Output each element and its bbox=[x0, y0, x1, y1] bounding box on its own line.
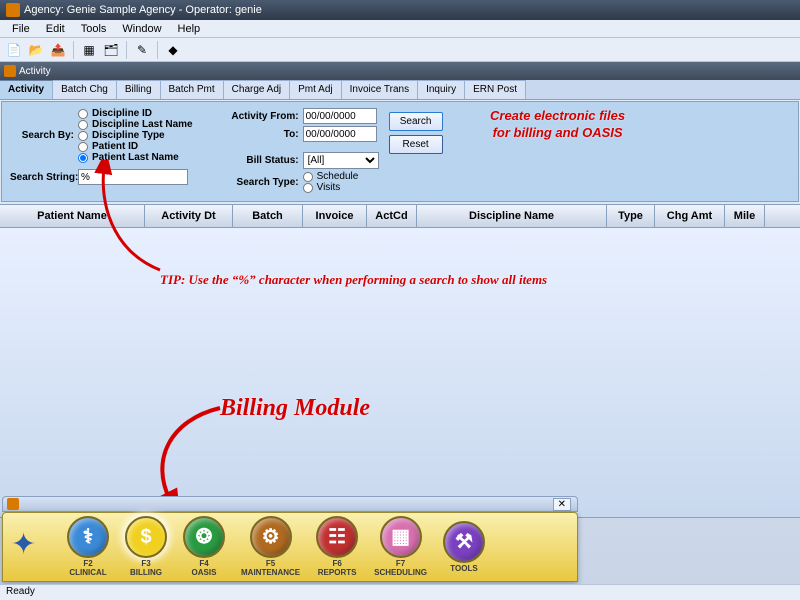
dock-clinical[interactable]: ⚕F2CLINICAL bbox=[67, 516, 109, 578]
menu-tools[interactable]: Tools bbox=[73, 21, 115, 37]
search-panel: Search By: Discipline IDDiscipline Last … bbox=[1, 101, 799, 202]
search-by-label-3: Patient ID bbox=[92, 141, 138, 152]
tab-invoice-trans[interactable]: Invoice Trans bbox=[342, 80, 418, 99]
search-string-label: Search String: bbox=[10, 172, 74, 183]
search-by-label: Search By: bbox=[10, 130, 74, 141]
menu-edit[interactable]: Edit bbox=[38, 21, 73, 37]
dock-billing-icon: $ bbox=[125, 516, 167, 558]
dock-reports[interactable]: ☷F6REPORTS bbox=[316, 516, 358, 578]
new-icon[interactable]: 📄 bbox=[4, 40, 24, 60]
activity-to-input[interactable] bbox=[303, 126, 377, 142]
status-bar: Ready bbox=[0, 584, 800, 600]
search-by-radio-4[interactable] bbox=[78, 153, 88, 163]
col-activity-dt[interactable]: Activity Dt bbox=[145, 205, 233, 227]
status-text: Ready bbox=[6, 586, 35, 597]
dock-close-icon[interactable]: ✕ bbox=[553, 498, 571, 511]
activity-from-label: Activity From: bbox=[223, 111, 299, 122]
tab-pmt-adj[interactable]: Pmt Adj bbox=[290, 80, 341, 99]
dock-maintenance-icon: ⚙ bbox=[250, 516, 292, 558]
menu-window[interactable]: Window bbox=[114, 21, 169, 37]
menu-file[interactable]: File bbox=[4, 21, 38, 37]
main-toolbar: 📄 📂 📤 ▦ 🗂 ✎ ◆ bbox=[0, 38, 800, 62]
col-discipline-name[interactable]: Discipline Name bbox=[417, 205, 607, 227]
search-by-radio-2[interactable] bbox=[78, 131, 88, 141]
search-by-label-2: Discipline Type bbox=[92, 130, 165, 141]
export-icon[interactable]: 📤 bbox=[48, 40, 68, 60]
module-dock: ✦ ⚕F2CLINICAL $F3BILLING ❂F4OASIS ⚙F5MAINTE… bbox=[2, 512, 578, 582]
dock-oasis-icon: ❂ bbox=[183, 516, 225, 558]
dock-icon bbox=[7, 498, 19, 510]
open-icon[interactable]: 📂 bbox=[26, 40, 46, 60]
col-actcd[interactable]: ActCd bbox=[367, 205, 417, 227]
grid-icon[interactable]: ▦ bbox=[79, 40, 99, 60]
search-by-radio-1[interactable] bbox=[78, 120, 88, 130]
search-by-label-0: Discipline ID bbox=[92, 108, 152, 119]
window-titlebar: Agency: Genie Sample Agency - Operator: … bbox=[0, 0, 800, 20]
dock-tools[interactable]: ⚒TOOLS bbox=[443, 521, 485, 574]
annotation-tip: TIP: Use the “%” character when performi… bbox=[160, 272, 547, 288]
dock-titlebar: ✕ bbox=[2, 496, 578, 512]
puzzle-icon: ✦ bbox=[11, 527, 51, 567]
window-title: Agency: Genie Sample Agency - Operator: … bbox=[24, 4, 262, 16]
search-by-radio-0[interactable] bbox=[78, 109, 88, 119]
tab-activity[interactable]: Activity bbox=[0, 80, 53, 99]
dock-scheduling[interactable]: ▦F7SCHEDULING bbox=[374, 516, 427, 578]
tab-strip: ActivityBatch ChgBillingBatch PmtCharge … bbox=[0, 80, 800, 100]
cards-icon[interactable]: 🗂 bbox=[101, 40, 121, 60]
search-string-input[interactable] bbox=[78, 169, 188, 185]
search-button[interactable]: Search bbox=[389, 112, 443, 131]
tab-billing[interactable]: Billing bbox=[117, 80, 161, 99]
search-type-schedule-radio[interactable] bbox=[303, 172, 313, 182]
menu-bar: File Edit Tools Window Help bbox=[0, 20, 800, 38]
tab-batch-pmt[interactable]: Batch Pmt bbox=[161, 80, 224, 99]
help-icon[interactable]: ◆ bbox=[163, 40, 183, 60]
search-type-visits-radio[interactable] bbox=[303, 183, 313, 193]
menu-help[interactable]: Help bbox=[170, 21, 209, 37]
search-by-label-4: Patient Last Name bbox=[92, 152, 179, 163]
annotation-headline: Create electronic filesfor billing and O… bbox=[490, 108, 625, 142]
activity-from-input[interactable] bbox=[303, 108, 377, 124]
col-patient-name[interactable]: Patient Name bbox=[0, 205, 145, 227]
search-by-label-1: Discipline Last Name bbox=[92, 119, 193, 130]
dock-billing[interactable]: $F3BILLING bbox=[125, 516, 167, 578]
dock-clinical-icon: ⚕ bbox=[67, 516, 109, 558]
dock-reports-icon: ☷ bbox=[316, 516, 358, 558]
bill-status-label: Bill Status: bbox=[223, 155, 299, 166]
dock-scheduling-icon: ▦ bbox=[380, 516, 422, 558]
grid-header: Patient NameActivity DtBatchInvoiceActCd… bbox=[0, 204, 800, 228]
tab-inquiry[interactable]: Inquiry bbox=[418, 80, 465, 99]
edit-icon[interactable]: ✎ bbox=[132, 40, 152, 60]
child-app-icon bbox=[4, 65, 16, 77]
tab-ern-post[interactable]: ERN Post bbox=[465, 80, 526, 99]
dock-tools-icon: ⚒ bbox=[443, 521, 485, 563]
col-chg-amt[interactable]: Chg Amt bbox=[655, 205, 725, 227]
tab-charge-adj[interactable]: Charge Adj bbox=[224, 80, 290, 99]
search-type-schedule-label: Schedule bbox=[317, 171, 359, 182]
col-type[interactable]: Type bbox=[607, 205, 655, 227]
activity-to-label: To: bbox=[223, 129, 299, 140]
dock-maintenance[interactable]: ⚙F5MAINTENANCE bbox=[241, 516, 300, 578]
dock-oasis[interactable]: ❂F4OASIS bbox=[183, 516, 225, 578]
annotation-billing-module: Billing Module bbox=[220, 395, 370, 422]
app-icon bbox=[6, 3, 20, 17]
reset-button[interactable]: Reset bbox=[389, 135, 443, 154]
tab-batch-chg[interactable]: Batch Chg bbox=[53, 80, 117, 99]
col-invoice[interactable]: Invoice bbox=[303, 205, 367, 227]
search-type-visits-label: Visits bbox=[317, 182, 341, 193]
child-window-titlebar: Activity bbox=[0, 62, 800, 80]
child-window-title: Activity bbox=[19, 66, 51, 77]
col-mile[interactable]: Mile bbox=[725, 205, 765, 227]
search-type-label: Search Type: bbox=[223, 177, 299, 188]
bill-status-select[interactable]: [All] bbox=[303, 152, 379, 169]
search-by-radio-3[interactable] bbox=[78, 142, 88, 152]
col-batch[interactable]: Batch bbox=[233, 205, 303, 227]
